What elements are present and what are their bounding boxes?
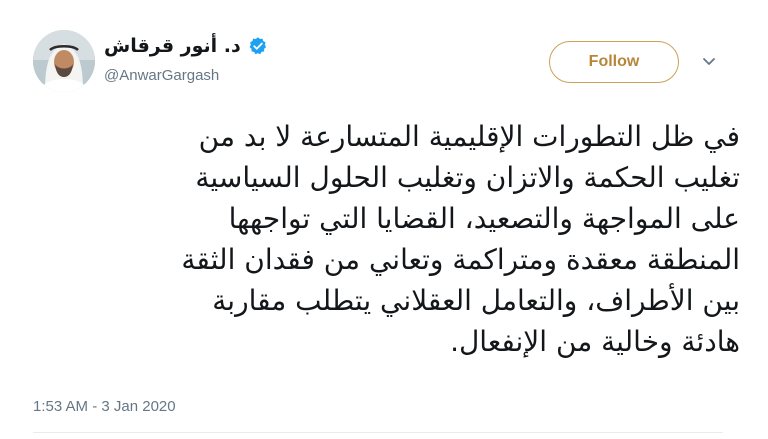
- tweet-text-line: هادئة وخالية من الإنفعال.: [450, 325, 740, 358]
- tweet-text-line: بين الأطراف، والتعامل العقلاني يتطلب مقا…: [212, 284, 740, 317]
- avatar[interactable]: [33, 30, 95, 92]
- tweet-text-line: في ظل التطورات الإقليمية المتسارعة لا بد…: [198, 120, 740, 153]
- follow-button[interactable]: Follow: [549, 41, 679, 83]
- author-name-row: د. أنور قرقاش: [104, 33, 268, 59]
- tweet-timestamp[interactable]: 1:53 AM - 3 Jan 2020: [33, 398, 176, 415]
- chevron-down-icon[interactable]: [700, 55, 718, 69]
- verified-badge-icon: [249, 37, 266, 55]
- tweet-card: د. أنور قرقاش @AnwarGargash Follow في ظل…: [0, 0, 768, 439]
- profile-photo: [33, 30, 95, 92]
- author-handle[interactable]: @AnwarGargash: [104, 67, 268, 84]
- tweet-text-line: على المواجهة والتصعيد، القضايا التي تواج…: [228, 202, 740, 235]
- tweet-text-line: تغليب الحكمة والاتزان وتغليب الحلول السي…: [195, 161, 740, 194]
- author-info: د. أنور قرقاش @AnwarGargash: [104, 33, 268, 84]
- divider: [33, 432, 723, 433]
- tweet-text-line: المنطقة معقدة ومتراكمة وتعاني من فقدان ا…: [181, 243, 740, 276]
- author-display-name[interactable]: د. أنور قرقاش: [104, 35, 241, 57]
- tweet-text: في ظل التطورات الإقليمية المتسارعة لا بد…: [60, 116, 740, 362]
